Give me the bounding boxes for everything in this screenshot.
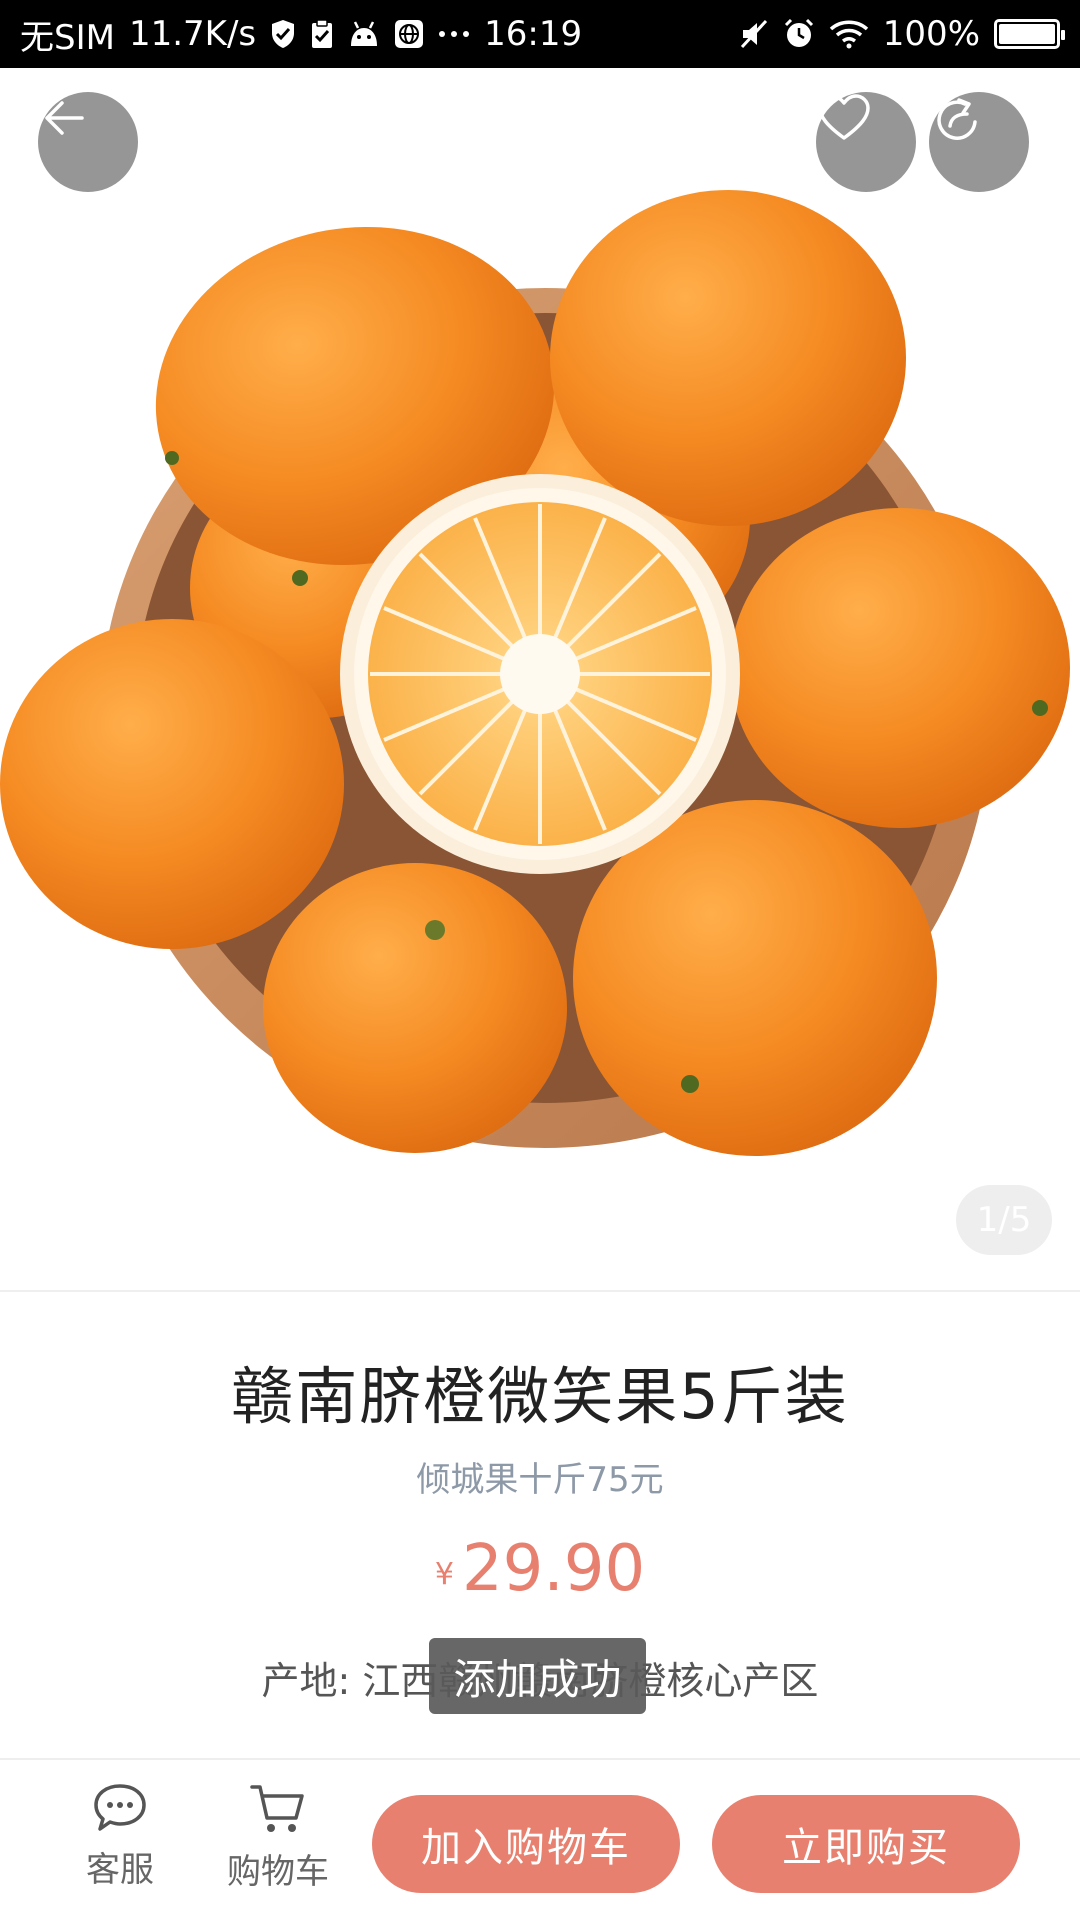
wifi-icon [829, 19, 869, 49]
cart-label: 购物车 [227, 1852, 329, 1892]
product-title: 赣南脐橙微笑果5斤装 [231, 1360, 849, 1433]
divider [0, 1290, 1080, 1292]
add-to-cart-button[interactable]: 加入购物车 [372, 1795, 680, 1893]
battery-percent-text: 100% [882, 14, 980, 54]
currency-symbol: ¥ [434, 1557, 454, 1592]
battery-level [999, 24, 1055, 44]
share-button[interactable] [929, 92, 1029, 192]
toast-message: 添加成功 [429, 1638, 646, 1714]
share-icon [937, 98, 977, 140]
favorite-button[interactable] [816, 92, 916, 192]
product-image-gallery[interactable]: 1/5 [0, 68, 1080, 1290]
status-bar: 无SIM 11.7K/s 16:19 100% [0, 0, 1080, 68]
chat-bubble-icon [94, 1784, 146, 1831]
globe-icon [394, 19, 424, 49]
heart-icon [818, 94, 870, 140]
product-price: ¥29.90 [0, 1532, 1080, 1606]
net-speed-text: 11.7K/s [128, 14, 257, 54]
status-bar-right: 100% [739, 14, 1065, 54]
mute-icon [739, 19, 769, 49]
clipboard-check-icon [310, 19, 334, 49]
carrier-text: 无SIM [20, 17, 115, 58]
status-bar-left: 无SIM 11.7K/s 16:19 [20, 10, 582, 59]
customer-service-label: 客服 [86, 1850, 154, 1890]
shield-check-icon [270, 19, 296, 49]
clock-text: 16:19 [484, 14, 583, 54]
shopping-cart-icon [250, 1785, 304, 1832]
oranges-in-bowl-image [0, 190, 1070, 1156]
bottom-action-bar: 客服 购物车 加入购物车 立即购买 [0, 1760, 1080, 1920]
product-detail-screen: 无SIM 11.7K/s 16:19 100% 1/5 赣南脐橙微笑果5斤装 倾… [0, 0, 1080, 1920]
product-subtitle: 倾城果十斤75元 [416, 1460, 664, 1500]
back-button[interactable] [38, 92, 138, 192]
alarm-icon [783, 18, 815, 50]
more-dots-icon [438, 29, 470, 39]
customer-service-button[interactable]: 客服 [60, 1782, 180, 1902]
gallery-pager: 1/5 [956, 1185, 1052, 1255]
price-value: 29.90 [461, 1532, 646, 1606]
battery-icon [994, 19, 1065, 49]
android-icon [348, 20, 380, 48]
buy-now-button[interactable]: 立即购买 [712, 1795, 1020, 1893]
arrow-left-icon [45, 101, 84, 135]
cart-button[interactable]: 购物车 [218, 1782, 338, 1902]
